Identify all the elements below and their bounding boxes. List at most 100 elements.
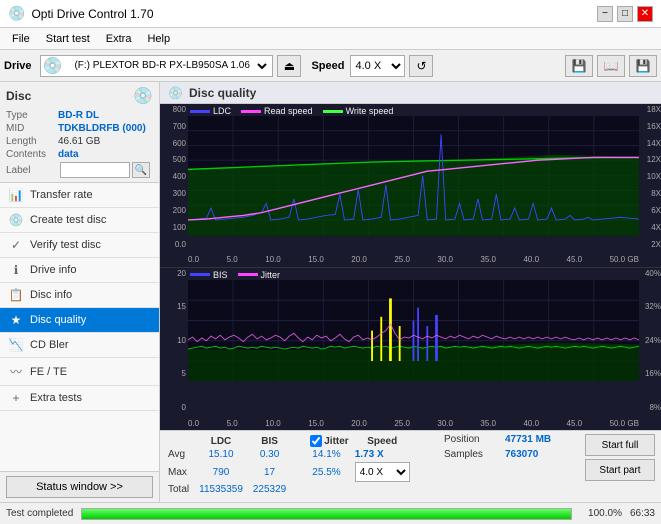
chart-header: 💿 Disc quality [160, 82, 661, 104]
sidebar: Disc 💿 Type BD-R DL MID TDKBLDRFB (000) … [0, 82, 160, 502]
disc-quality-label: Disc quality [30, 314, 86, 326]
samples-val: 763070 [505, 449, 565, 460]
ldc-avg: 15.10 [197, 448, 251, 461]
start-full-button[interactable]: Start full [585, 434, 655, 456]
sidebar-item-disc-quality[interactable]: ★ Disc quality [0, 308, 159, 333]
total-label: Total [166, 483, 197, 496]
disc-quality-icon: ★ [8, 313, 24, 327]
y-axis-right-top: 18X 16X 14X 12X 10X 8X 6X 4X 2X [639, 104, 661, 251]
drive-select[interactable]: (F:) PLEXTOR BD-R PX-LB950SA 1.06 [66, 55, 270, 77]
disc-panel: Disc 💿 Type BD-R DL MID TDKBLDRFB (000) … [0, 82, 159, 183]
disc-panel-icon: 💿 [133, 86, 153, 106]
drive-info-label: Drive info [30, 264, 76, 276]
fe-te-label: FE / TE [30, 366, 67, 378]
status-btn-wrap: Status window >> [0, 471, 159, 502]
type-value: BD-R DL [58, 110, 99, 121]
disc-label-key: Label [6, 165, 58, 176]
speed-select2[interactable]: 4.0 X [355, 462, 410, 482]
transfer-rate-label: Transfer rate [30, 189, 93, 201]
create-disc-icon: 💿 [8, 213, 24, 227]
mid-value: TDKBLDRFB (000) [58, 123, 146, 134]
sidebar-item-disc-info[interactable]: 📋 Disc info [0, 283, 159, 308]
bis-total: 225329 [251, 483, 294, 496]
ldc-col-header: LDC [197, 434, 251, 448]
cd-bler-icon: 📉 [8, 338, 24, 352]
chart-header-icon: 💿 [168, 86, 183, 100]
read-disc-button[interactable]: 📖 [597, 55, 625, 77]
contents-value: data [58, 149, 79, 160]
legend-bis: BIS [190, 270, 228, 280]
cd-bler-label: CD Bler [30, 339, 69, 351]
legend-bottom: BIS Jitter [190, 270, 280, 280]
sidebar-item-extra-tests[interactable]: + Extra tests [0, 386, 159, 411]
close-button[interactable]: ✕ [637, 6, 653, 22]
drive-info-icon: ℹ [8, 263, 24, 277]
menu-help[interactable]: Help [139, 31, 178, 47]
menu-extra[interactable]: Extra [98, 31, 140, 47]
stats-bar: LDC BIS Jitter Speed Avg 15.10 0.30 [160, 430, 661, 502]
sidebar-item-create-test-disc[interactable]: 💿 Create test disc [0, 208, 159, 233]
x-axis-top: 0.0 5.0 10.0 15.0 20.0 25.0 30.0 35.0 40… [188, 253, 639, 267]
sidebar-item-verify-test-disc[interactable]: ✓ Verify test disc [0, 233, 159, 258]
titlebar: 💿 Opti Drive Control 1.70 − □ ✕ [0, 0, 661, 28]
length-label: Length [6, 136, 58, 147]
legend-ldc: LDC [190, 106, 231, 116]
sidebar-nav: 📊 Transfer rate 💿 Create test disc ✓ Ver… [0, 183, 159, 471]
status-text: Test completed [6, 508, 73, 519]
legend-top: LDC Read speed Write speed [190, 106, 393, 116]
disc-label-input[interactable] [60, 162, 130, 178]
menu-start-test[interactable]: Start test [38, 31, 98, 47]
disc-label-search[interactable]: 🔍 [132, 162, 150, 178]
type-label: Type [6, 110, 58, 121]
transfer-rate-icon: 📊 [8, 188, 24, 202]
verify-disc-icon: ✓ [8, 238, 24, 252]
bis-color [190, 273, 210, 276]
bis-avg: 0.30 [251, 448, 294, 461]
samples-label: Samples [444, 449, 499, 460]
sidebar-item-transfer-rate[interactable]: 📊 Transfer rate [0, 183, 159, 208]
disc-toolbar-icon: 💿 [43, 56, 63, 76]
maximize-button[interactable]: □ [617, 6, 633, 22]
status-window-button[interactable]: Status window >> [6, 476, 153, 498]
refresh-button[interactable]: ↺ [409, 55, 433, 77]
stats-table: LDC BIS Jitter Speed Avg 15.10 0.30 [166, 434, 418, 496]
contents-label: Contents [6, 149, 58, 160]
statusbar: Test completed 100.0% 66:33 [0, 502, 661, 524]
minimize-button[interactable]: − [597, 6, 613, 22]
app-icon: 💿 [8, 5, 25, 22]
sidebar-item-drive-info[interactable]: ℹ Drive info [0, 258, 159, 283]
legend-read-speed: Read speed [241, 106, 313, 116]
sidebar-item-cd-bler[interactable]: 📉 CD Bler [0, 333, 159, 358]
status-time: 66:33 [630, 508, 655, 519]
write-disc-button[interactable]: 💾 [565, 55, 593, 77]
avg-label: Avg [166, 448, 197, 461]
app-title: Opti Drive Control 1.70 [31, 7, 153, 21]
position-val: 47731 MB [505, 434, 565, 445]
menubar: File Start test Extra Help [0, 28, 661, 50]
disc-info-icon: 📋 [8, 288, 24, 302]
speed-select[interactable]: 4.0 X [350, 55, 405, 77]
chart-bottom: 20 15 10 5 0 40% 32% 24% 16% 8% [160, 268, 661, 431]
save-button[interactable]: 💾 [629, 55, 657, 77]
legend-jitter: Jitter [238, 270, 281, 280]
legend-write-speed: Write speed [323, 106, 394, 116]
progress-pct: 100.0% [580, 508, 622, 519]
toolbar: Drive 💿 (F:) PLEXTOR BD-R PX-LB950SA 1.0… [0, 50, 661, 82]
start-part-button[interactable]: Start part [585, 459, 655, 481]
chart-svg-top [188, 116, 639, 236]
menu-file[interactable]: File [4, 31, 38, 47]
bis-col-header: BIS [251, 434, 294, 448]
sidebar-item-fe-te[interactable]: 〰 FE / TE [0, 358, 159, 386]
ldc-total: 11535359 [197, 483, 251, 496]
disc-section-title: Disc [6, 89, 31, 103]
speed-label: Speed [311, 60, 344, 72]
jitter-checkbox[interactable] [310, 435, 322, 447]
chart-title: Disc quality [189, 86, 256, 100]
x-axis-bottom: 0.0 5.0 10.0 15.0 20.0 25.0 30.0 35.0 40… [188, 416, 639, 430]
eject-button[interactable]: ⏏ [277, 55, 301, 77]
speed-display: 1.73 X [353, 448, 418, 461]
y-axis-left-bottom: 20 15 10 5 0 [160, 268, 188, 415]
progress-fill [82, 509, 571, 519]
ldc-max: 790 [197, 461, 251, 483]
jitter-avg: 14.1% [306, 448, 352, 461]
